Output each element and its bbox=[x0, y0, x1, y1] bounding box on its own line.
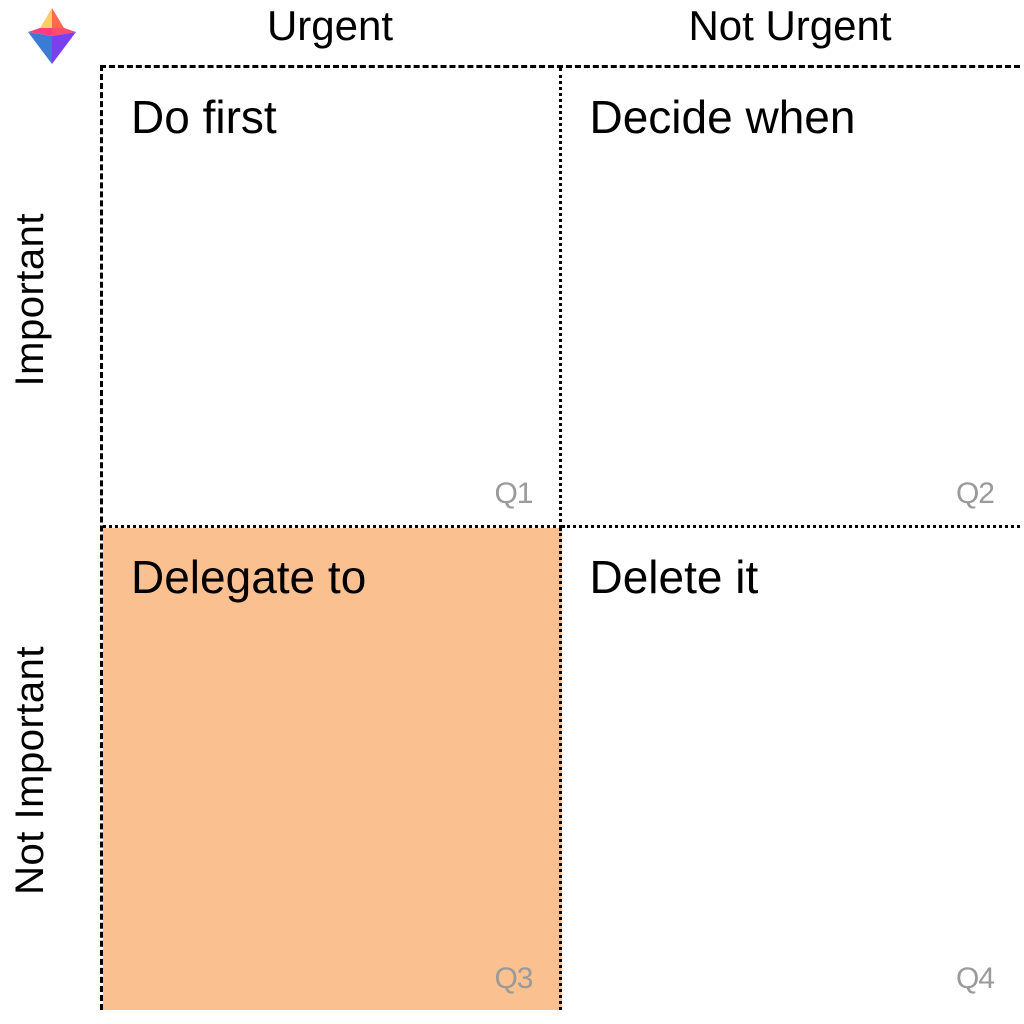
diamond-logo-icon bbox=[28, 8, 76, 64]
quad-code: Q4 bbox=[956, 962, 994, 996]
quadrant-delegate-to[interactable]: Delegate to Q3 bbox=[103, 528, 562, 1010]
column-headers: Urgent Not Urgent bbox=[100, 0, 1020, 60]
quad-title: Decide when bbox=[590, 90, 993, 144]
quad-code: Q1 bbox=[494, 477, 532, 511]
quad-code: Q3 bbox=[494, 962, 532, 996]
quad-code: Q2 bbox=[956, 477, 994, 511]
eisenhower-matrix: Do first Q1 Decide when Q2 Delegate to Q… bbox=[100, 65, 1020, 1010]
row-header-not-important: Not Important bbox=[0, 530, 60, 1010]
quadrant-do-first[interactable]: Do first Q1 bbox=[103, 68, 562, 528]
col-header-not-urgent: Not Urgent bbox=[560, 0, 1020, 60]
col-header-urgent: Urgent bbox=[100, 0, 560, 60]
quadrant-delete-it[interactable]: Delete it Q4 bbox=[562, 528, 1021, 1010]
quad-title: Delete it bbox=[590, 550, 993, 604]
row-header-important: Important bbox=[0, 70, 60, 530]
quad-title: Delegate to bbox=[131, 550, 531, 604]
quadrant-decide-when[interactable]: Decide when Q2 bbox=[562, 68, 1021, 528]
quad-title: Do first bbox=[131, 90, 531, 144]
